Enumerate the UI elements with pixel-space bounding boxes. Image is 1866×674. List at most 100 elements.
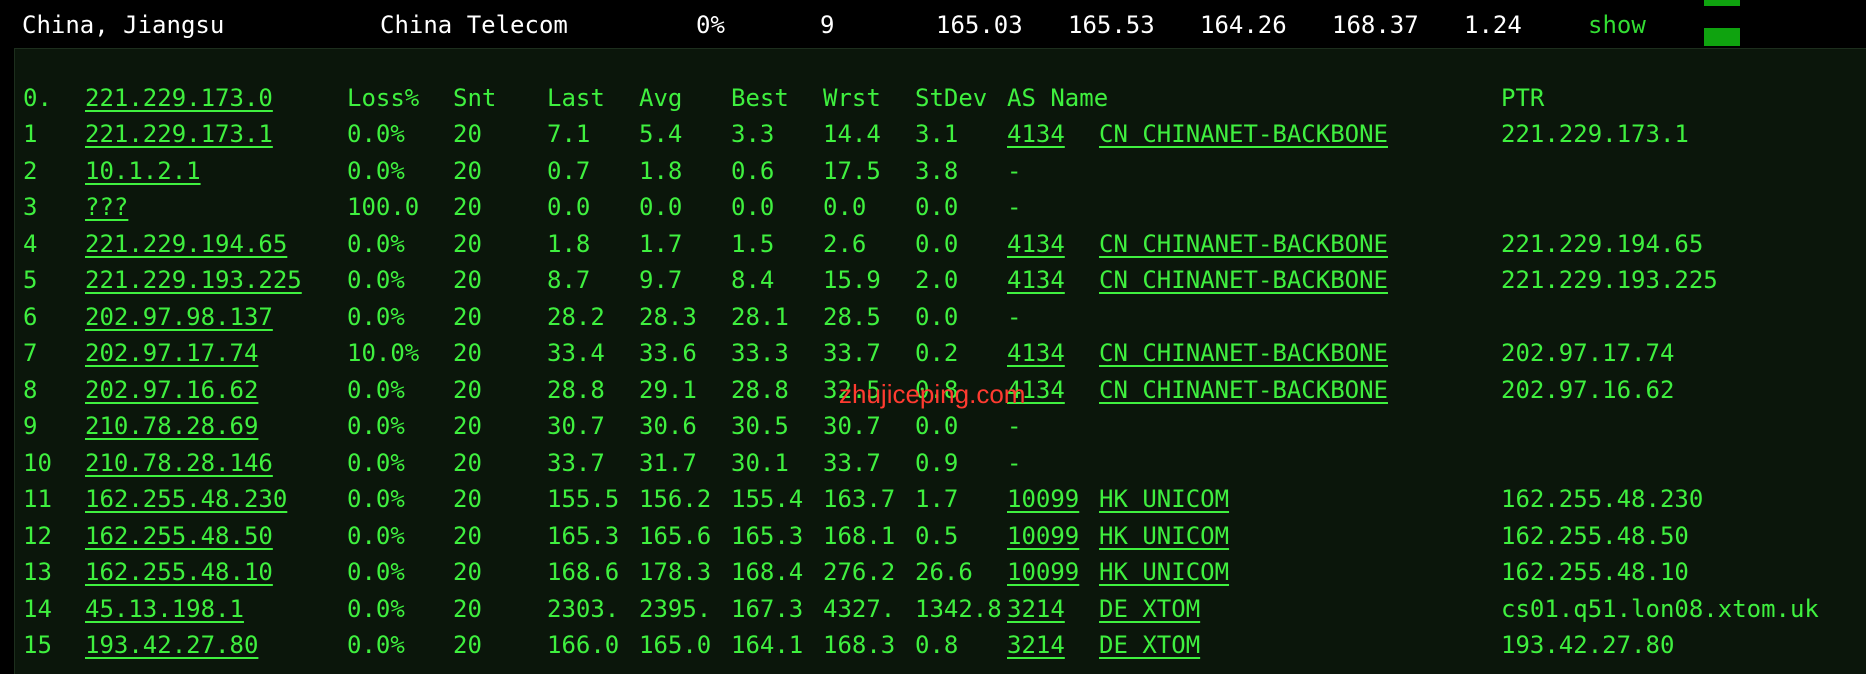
as-name-link[interactable]: CN CHINANET-BACKBONE [1099, 335, 1388, 371]
asn-link[interactable]: 4134 [1007, 116, 1065, 152]
best-cell: 164.1 [731, 631, 804, 659]
host-link[interactable]: 210.78.28.69 [85, 408, 258, 444]
host-link[interactable]: 202.97.16.62 [85, 372, 258, 408]
snt-cell: 20 [453, 594, 482, 623]
show-link[interactable]: show [1588, 10, 1646, 40]
asn-link: - [1007, 448, 1022, 477]
best-cell: 3.3 [731, 120, 775, 148]
asn-link[interactable]: 10099 [1007, 518, 1079, 554]
stdev-cell: 0.0 [915, 229, 959, 258]
table-row: 4 221.229.194.65 0.0% 20 1.8 1.7 1.5 2.6 0.0 4134… [15, 226, 1866, 262]
summary-worst: 168.37 [1332, 11, 1419, 39]
traceroute-panel: 0. 221.229.173.0 Loss% Snt Last Avg Best… [14, 48, 1866, 674]
wrst-cell: 30.7 [823, 412, 881, 440]
as-name-link[interactable]: HK UNICOM [1099, 518, 1229, 554]
host-link[interactable]: 221.229.173.1 [85, 116, 273, 152]
host-link[interactable]: 162.255.48.230 [85, 481, 287, 517]
table-row: 1 221.229.173.1 0.0% 20 7.1 5.4 3.3 14.4 3.1 4134… [15, 116, 1866, 152]
best-cell: 155.4 [731, 485, 804, 513]
wrst-cell: 2.6 [823, 229, 867, 258]
as-name-link[interactable]: DE XTOM [1099, 627, 1200, 663]
asn-link[interactable]: 4134 [1007, 262, 1065, 298]
ptr-cell: 162.255.48.230 [1501, 485, 1704, 513]
last-cell: 166.0 [547, 631, 620, 659]
wrst-cell: 0.0 [823, 193, 867, 221]
hop-number: 4 [23, 229, 38, 258]
header-as-name: AS Name [1007, 84, 1109, 112]
asn-link[interactable]: 3214 [1007, 591, 1065, 627]
asn-link[interactable]: 10099 [1007, 481, 1079, 517]
stdev-cell: 0.0 [915, 412, 959, 440]
as-name-link[interactable]: CN CHINANET-BACKBONE [1099, 372, 1388, 408]
table-row: 3??? 100.0 20 0.0 0.0 0.0 0.0 0.0 - [15, 189, 1866, 225]
best-cell: 1.5 [731, 229, 775, 258]
wrst-cell: 4327. [823, 594, 896, 623]
wrst-cell: 33.7 [823, 339, 881, 367]
header-loss: Loss% [347, 84, 420, 112]
as-name-link[interactable]: HK UNICOM [1099, 554, 1229, 590]
last-cell: 33.4 [547, 339, 605, 367]
host-link[interactable]: 210.78.28.146 [85, 445, 273, 481]
best-cell: 28.1 [731, 302, 789, 331]
stdev-cell: 0.9 [915, 448, 959, 477]
last-cell: 28.8 [547, 375, 605, 404]
asn-link[interactable]: 10099 [1007, 554, 1079, 590]
table-header: 0. 221.229.173.0 Loss% Snt Last Avg Best… [15, 80, 1866, 116]
best-cell: 30.1 [731, 448, 789, 477]
status-bar [1704, 28, 1740, 46]
snt-cell: 20 [453, 266, 482, 294]
header-host[interactable]: 221.229.173.0 [85, 80, 273, 116]
header-last: Last [547, 84, 605, 112]
loss-cell: 0.0% [347, 521, 405, 550]
header-wrst: Wrst [823, 84, 881, 112]
host-link[interactable]: 202.97.98.137 [85, 299, 273, 335]
avg-cell: 1.8 [639, 156, 683, 185]
host-link[interactable]: ??? [85, 189, 128, 225]
host-link[interactable]: 202.97.17.74 [85, 335, 258, 371]
summary-last: 165.03 [936, 11, 1023, 39]
host-link[interactable]: 221.229.193.225 [85, 262, 302, 298]
as-name-link[interactable]: HK UNICOM [1099, 481, 1229, 517]
as-name-link[interactable]: CN CHINANET-BACKBONE [1099, 262, 1388, 298]
snt-cell: 20 [453, 631, 482, 659]
as-name-link[interactable]: CN CHINANET-BACKBONE [1099, 226, 1388, 262]
avg-cell: 29.1 [639, 375, 697, 404]
stdev-cell: 26.6 [915, 558, 973, 586]
best-cell: 168.4 [731, 558, 804, 586]
best-cell: 0.6 [731, 156, 775, 185]
watermark: zhujiceping.com [839, 379, 1026, 409]
hop-number: 8 [23, 375, 38, 404]
host-link[interactable]: 162.255.48.50 [85, 518, 273, 554]
host-link[interactable]: 162.255.48.10 [85, 554, 273, 590]
best-cell: 30.5 [731, 412, 789, 440]
ptr-cell: 221.229.194.65 [1501, 229, 1704, 258]
stdev-cell: 2.0 [915, 266, 959, 294]
stdev-cell: 3.1 [915, 120, 959, 148]
host-link[interactable]: 10.1.2.1 [85, 153, 201, 189]
hop-number: 7 [23, 339, 38, 367]
summary-hops: 9 [820, 11, 835, 39]
as-name-link[interactable]: DE XTOM [1099, 591, 1200, 627]
asn-link[interactable]: 4134 [1007, 335, 1065, 371]
host-link[interactable]: 221.229.194.65 [85, 226, 287, 262]
summary-loss: 0% [696, 11, 725, 39]
snt-cell: 20 [453, 120, 482, 148]
hop-number: 1 [23, 120, 38, 148]
hop-number: 6 [23, 302, 38, 331]
last-cell: 30.7 [547, 412, 605, 440]
ptr-cell: 221.229.173.1 [1501, 120, 1689, 148]
host-link[interactable]: 45.13.198.1 [85, 591, 244, 627]
loss-cell: 0.0% [347, 631, 405, 659]
wrst-cell: 276.2 [823, 558, 896, 586]
hop-number: 12 [23, 521, 52, 550]
loss-cell: 0.0% [347, 375, 405, 404]
table-row: 5 221.229.193.225 0.0% 20 8.7 9.7 8.4 15.9 2.0 41… [15, 262, 1866, 298]
asn-link[interactable]: 3214 [1007, 627, 1065, 663]
last-cell: 7.1 [547, 120, 591, 148]
hop-number: 11 [23, 485, 52, 513]
asn-link[interactable]: 4134 [1007, 226, 1065, 262]
snt-cell: 20 [453, 193, 482, 221]
as-name-link[interactable]: CN CHINANET-BACKBONE [1099, 116, 1388, 152]
best-cell: 0.0 [731, 193, 775, 221]
host-link[interactable]: 193.42.27.80 [85, 627, 258, 663]
